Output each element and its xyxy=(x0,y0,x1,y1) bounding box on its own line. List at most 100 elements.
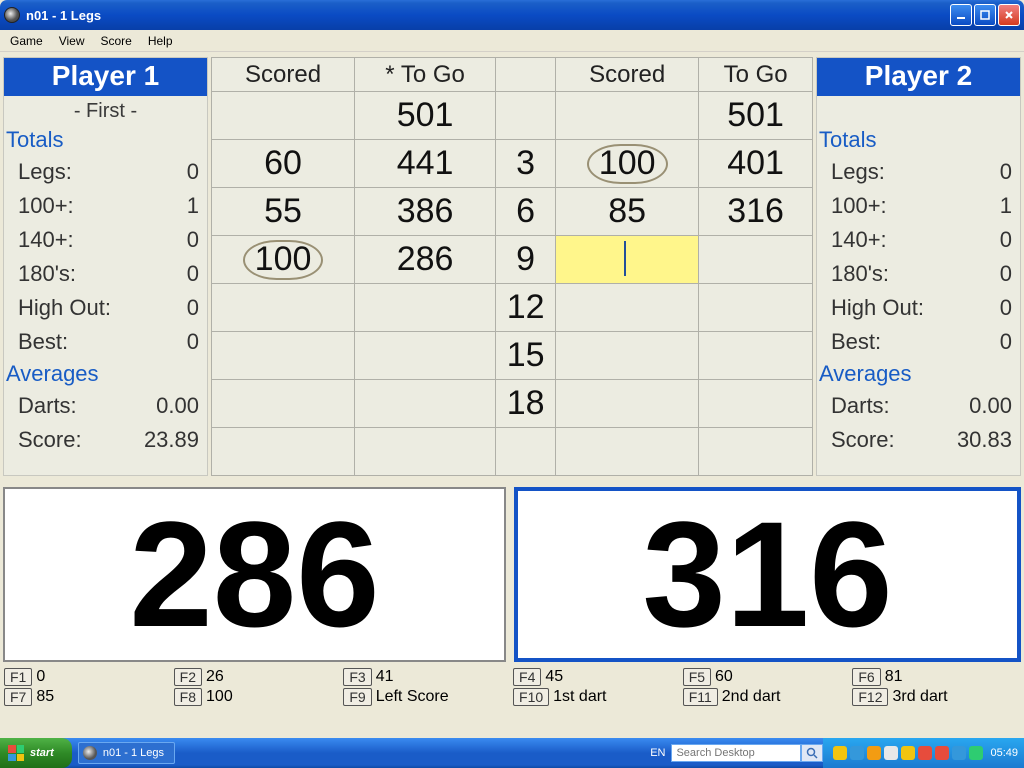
player2-averages-label: Averages xyxy=(817,359,1020,389)
dart-count-cell: 15 xyxy=(496,332,556,380)
p2-scored-cell xyxy=(556,332,699,380)
score-row: 1002869 xyxy=(212,236,813,284)
taskbar-search-button[interactable] xyxy=(801,744,823,762)
close-button[interactable] xyxy=(998,4,1020,26)
p1-togo-cell: 386 xyxy=(355,188,496,236)
fkey-area: F10 F226 F341 F445 F560 F681 F785 F8100 … xyxy=(0,666,1024,710)
taskbar-app-label: n01 - 1 Legs xyxy=(103,747,164,759)
menu-help[interactable]: Help xyxy=(140,32,181,50)
menu-game[interactable]: Game xyxy=(2,32,51,50)
player2-best: Best:0 xyxy=(817,325,1020,359)
player1-first-label: - First - xyxy=(4,96,207,125)
fkey-f7[interactable]: F785 xyxy=(4,688,172,706)
p2-togo-cell: 501 xyxy=(699,92,813,140)
player1-remaining: 286 xyxy=(3,487,506,662)
tray-icon[interactable] xyxy=(969,746,983,760)
p1-togo-cell xyxy=(355,284,496,332)
system-tray: 05:49 xyxy=(823,738,1024,768)
player2-remaining[interactable]: 316 xyxy=(514,487,1021,662)
tray-icon[interactable] xyxy=(952,746,966,760)
score-row: 55386685316 xyxy=(212,188,813,236)
p2-togo-cell: 401 xyxy=(699,140,813,188)
taskbar-clock[interactable]: 05:49 xyxy=(990,747,1018,759)
player1-totals-label: Totals xyxy=(4,125,207,155)
p2-togo-cell xyxy=(699,332,813,380)
taskbar-app-item[interactable]: n01 - 1 Legs xyxy=(78,742,175,764)
windows-logo-icon xyxy=(8,745,24,761)
p2-scored-cell[interactable] xyxy=(556,236,699,284)
p1-scored-cell xyxy=(212,380,355,428)
player1-180s: 180's:0 xyxy=(4,257,207,291)
player2-legs: Legs:0 xyxy=(817,155,1020,189)
th-togo-p2: To Go xyxy=(699,58,813,92)
player1-high-out: High Out:0 xyxy=(4,291,207,325)
tray-icon[interactable] xyxy=(867,746,881,760)
score-row: 501 501 xyxy=(212,92,813,140)
th-togo-p1: * To Go xyxy=(355,58,496,92)
dart-count-cell: 6 xyxy=(496,188,556,236)
fkey-f3[interactable]: F341 xyxy=(343,668,511,686)
p1-togo-cell: 441 xyxy=(355,140,496,188)
fkey-f9[interactable]: F9Left Score xyxy=(343,688,511,706)
fkey-f8[interactable]: F8100 xyxy=(174,688,342,706)
player2-100plus: 100+:1 xyxy=(817,189,1020,223)
player2-first-label xyxy=(817,96,1020,125)
menu-score[interactable]: Score xyxy=(92,32,139,50)
p1-scored-cell xyxy=(212,332,355,380)
th-scored-p1: Scored xyxy=(212,58,355,92)
fkey-f5[interactable]: F560 xyxy=(683,668,851,686)
player2-avg-darts: Darts:0.00 xyxy=(817,389,1020,423)
p2-togo-cell xyxy=(699,284,813,332)
tray-icon[interactable] xyxy=(918,746,932,760)
p1-scored-cell xyxy=(212,284,355,332)
fkey-f2[interactable]: F226 xyxy=(174,668,342,686)
p1-togo-cell: 501 xyxy=(355,92,496,140)
p2-scored-cell xyxy=(556,380,699,428)
fkey-f1[interactable]: F10 xyxy=(4,668,172,686)
player2-totals-label: Totals xyxy=(817,125,1020,155)
tray-icon[interactable] xyxy=(901,746,915,760)
player1-avg-darts: Darts:0.00 xyxy=(4,389,207,423)
tray-icon[interactable] xyxy=(935,746,949,760)
th-dart-count xyxy=(496,58,556,92)
p1-scored-cell: 100 xyxy=(212,236,355,284)
player1-140plus: 140+:0 xyxy=(4,223,207,257)
player1-100plus: 100+:1 xyxy=(4,189,207,223)
p1-togo-cell xyxy=(355,380,496,428)
menu-view[interactable]: View xyxy=(51,32,93,50)
maximize-button[interactable] xyxy=(974,4,996,26)
score-table: Scored * To Go Scored To Go 501501604413… xyxy=(211,57,813,476)
p1-scored-cell xyxy=(212,428,355,476)
p2-togo-cell xyxy=(699,428,813,476)
player2-panel: Player 2 Totals Legs:0 100+:1 140+:0 180… xyxy=(816,57,1021,476)
taskbar: start n01 - 1 Legs EN 05:49 xyxy=(0,738,1024,768)
tray-icon[interactable] xyxy=(850,746,864,760)
player1-averages-label: Averages xyxy=(4,359,207,389)
fkey-f11[interactable]: F112nd dart xyxy=(683,688,851,706)
fkey-f12[interactable]: F123rd dart xyxy=(852,688,1020,706)
start-button[interactable]: start xyxy=(0,738,72,768)
window-title: n01 - 1 Legs xyxy=(26,8,101,23)
player1-panel: Player 1 - First - Totals Legs:0 100+:1 … xyxy=(3,57,208,476)
p1-scored-cell: 55 xyxy=(212,188,355,236)
taskbar-search-input[interactable] xyxy=(671,744,801,762)
fkey-f6[interactable]: F681 xyxy=(852,668,1020,686)
fkey-f4[interactable]: F445 xyxy=(513,668,681,686)
p2-togo-cell xyxy=(699,380,813,428)
player1-header: Player 1 xyxy=(4,58,207,96)
th-scored-p2: Scored xyxy=(556,58,699,92)
score-row xyxy=(212,428,813,476)
minimize-button[interactable] xyxy=(950,4,972,26)
tray-icon[interactable] xyxy=(884,746,898,760)
p1-scored-cell: 60 xyxy=(212,140,355,188)
p2-togo-cell xyxy=(699,236,813,284)
p2-scored-cell xyxy=(556,428,699,476)
tray-icon[interactable] xyxy=(833,746,847,760)
taskbar-language[interactable]: EN xyxy=(644,747,671,759)
dart-count-cell xyxy=(496,92,556,140)
search-icon xyxy=(806,747,818,759)
menubar: Game View Score Help xyxy=(0,30,1024,52)
p2-togo-cell: 316 xyxy=(699,188,813,236)
p1-togo-cell: 286 xyxy=(355,236,496,284)
fkey-f10[interactable]: F101st dart xyxy=(513,688,681,706)
